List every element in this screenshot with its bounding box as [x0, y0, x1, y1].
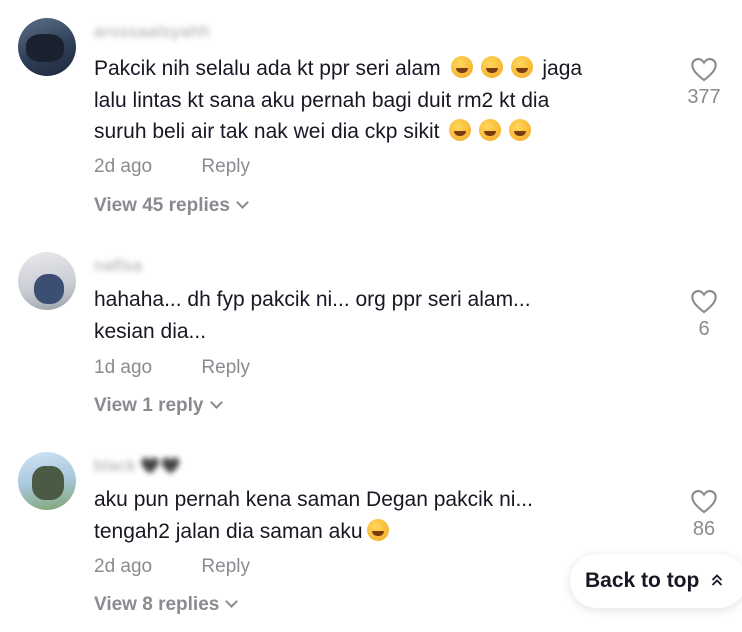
like-button[interactable]: 86: [672, 488, 736, 541]
like-button[interactable]: 6: [672, 288, 736, 341]
heart-icon: [691, 58, 717, 82]
view-replies-button[interactable]: View 1 reply: [94, 395, 223, 417]
comment-text-segment: hahaha... dh fyp pakcik ni... org ppr se…: [94, 288, 531, 311]
back-to-top-button[interactable]: Back to top: [570, 554, 742, 608]
chevron-down-icon: [225, 595, 239, 608]
comment-item: arossaalsyahh Pakcik nih selalu ada kt p…: [0, 0, 742, 220]
avatar[interactable]: [18, 452, 76, 510]
avatar[interactable]: [18, 252, 76, 310]
chevron-down-icon: [236, 196, 249, 209]
reply-button[interactable]: Reply: [201, 556, 250, 577]
comment-username[interactable]: naflsa: [94, 256, 142, 276]
comment-text: aku pun pernah kena saman Degan pakcik n…: [94, 484, 674, 547]
comment-meta: 1d ago Reply: [94, 357, 250, 379]
rofl-emoji-icon: [509, 119, 532, 141]
comment-age: 1d ago: [94, 357, 153, 378]
laughing-emoji-icon: [450, 56, 473, 78]
double-chevron-up-icon: [711, 573, 723, 589]
comment-text: Pakcik nih selalu ada kt ppr seri alam j…: [94, 53, 674, 148]
comment-age: 2d ago: [94, 556, 153, 577]
like-count: 86: [692, 518, 716, 540]
rofl-emoji-icon: [479, 119, 502, 141]
rofl-emoji-icon: [449, 119, 472, 141]
sweat-smile-emoji-icon: [366, 518, 389, 541]
view-replies-label: View 45 replies: [94, 195, 230, 216]
comment-text-segment: Pakcik nih selalu ada kt ppr seri alam: [94, 57, 441, 80]
comment-age: 2d ago: [94, 156, 153, 177]
comment-text-segment: aku pun pernah kena saman Degan pakcik n…: [94, 488, 533, 511]
comment-username[interactable]: arossaalsyahh: [94, 22, 210, 42]
view-replies-label: View 8 replies: [94, 594, 220, 615]
like-button[interactable]: 377: [672, 56, 736, 109]
comment-item: naflsa hahaha... dh fyp pakcik ni... org…: [0, 220, 742, 420]
comment-text: hahaha... dh fyp pakcik ni... org ppr se…: [94, 284, 674, 347]
heart-icon: [691, 290, 717, 314]
view-replies-button[interactable]: View 45 replies: [94, 195, 249, 217]
like-count: 6: [698, 318, 710, 340]
comment-text-segment: jaga: [542, 57, 583, 80]
comment-text-segment: kesian dia...: [94, 319, 207, 343]
comment-meta: 2d ago Reply: [94, 556, 250, 578]
back-to-top-label: Back to top: [585, 569, 700, 592]
reply-button[interactable]: Reply: [201, 357, 250, 378]
like-count: 377: [687, 86, 721, 108]
view-replies-button[interactable]: View 8 replies: [94, 594, 239, 616]
black-heart-emoji-icon: 🖤🖤: [140, 458, 182, 475]
comment-text-segment: suruh beli air tak nak wei dia ckp sikit: [94, 120, 440, 143]
comment-username-text: black: [94, 456, 137, 475]
comment-text-segment: tengah2 jalan dia saman aku: [94, 519, 363, 543]
chevron-down-icon: [209, 396, 223, 409]
avatar[interactable]: [18, 18, 76, 76]
comment-text-segment: lalu lintas kt sana aku pernah bagi duit…: [94, 88, 550, 112]
comment-meta: 2d ago Reply: [94, 156, 250, 178]
heart-icon: [691, 490, 717, 514]
laughing-emoji-icon: [510, 56, 533, 78]
comment-username[interactable]: black 🖤🖤: [94, 456, 181, 476]
laughing-emoji-icon: [480, 56, 503, 78]
view-replies-label: View 1 reply: [94, 395, 204, 416]
reply-button[interactable]: Reply: [201, 156, 250, 177]
